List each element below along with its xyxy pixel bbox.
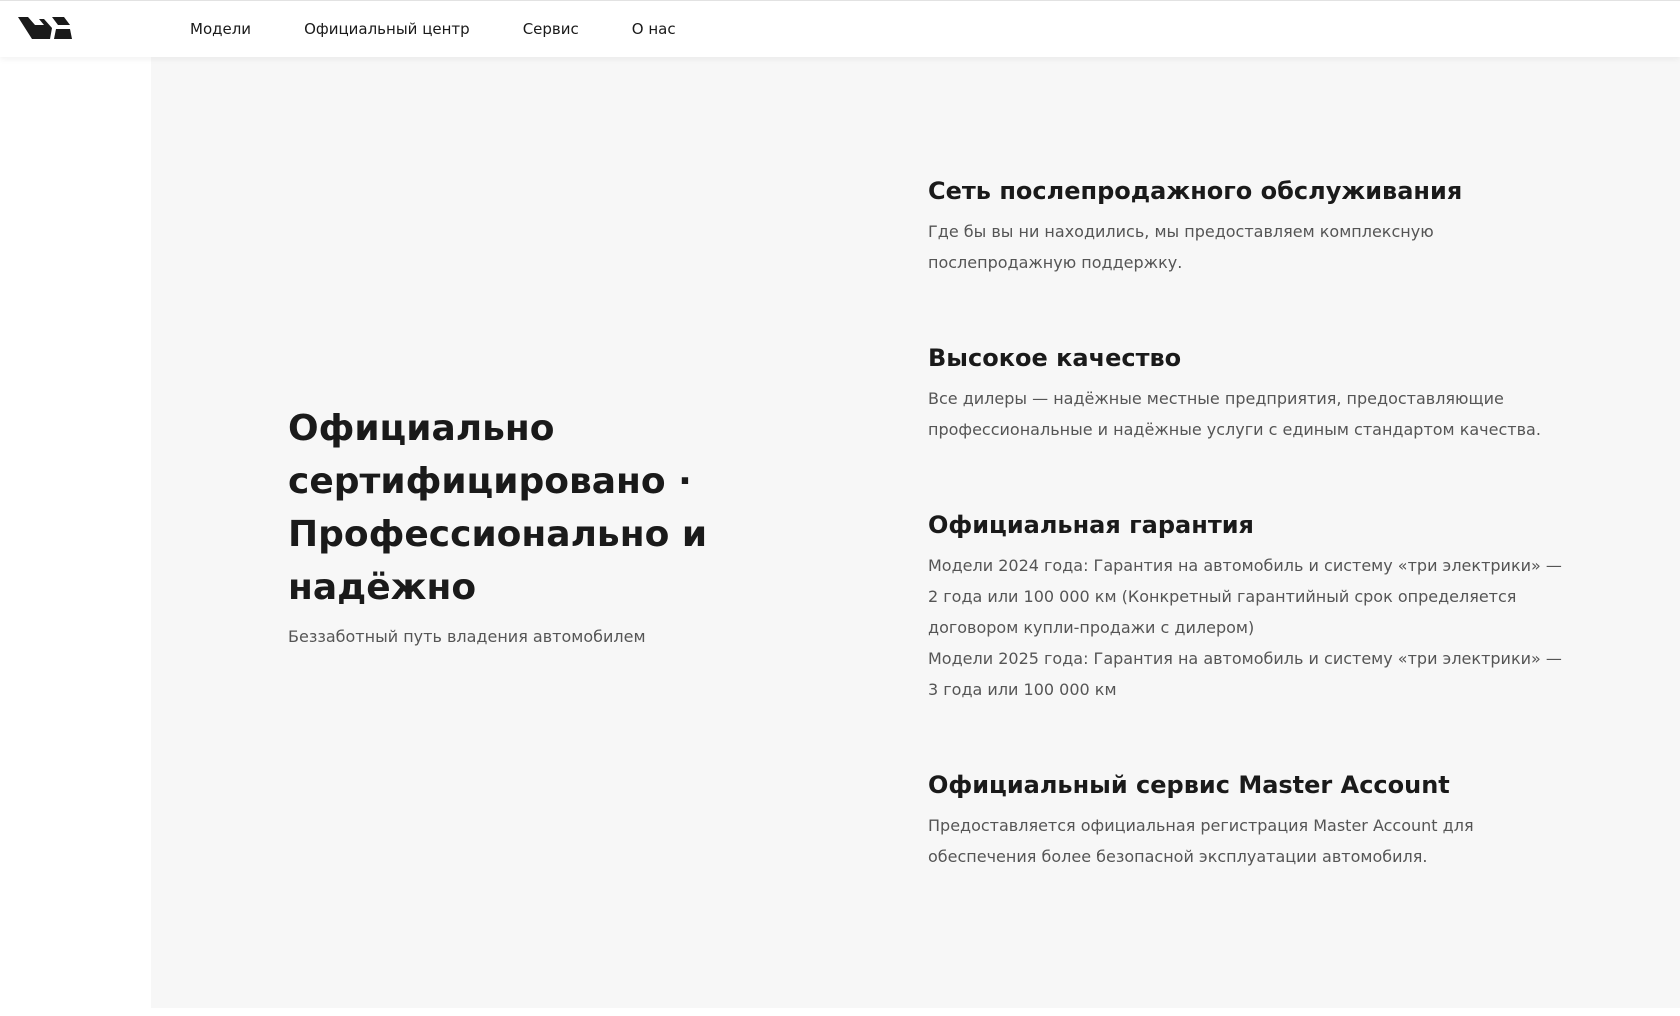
feature-text-line: договором купли-продажи с дилером) <box>928 618 1255 637</box>
hero-subtitle: Беззаботный путь владения автомобилем <box>288 627 646 646</box>
main-nav: Модели Официальный центр Сервис О нас <box>190 1 676 57</box>
feature-text-line: Все дилеры — надёжные местные предприяти… <box>928 389 1504 408</box>
feature-master-account: Официальный сервис Master Account Предос… <box>928 769 1568 872</box>
hero-section: Официально сертифицировано · Профессиона… <box>288 402 758 646</box>
feature-text-line: профессиональные и надёжные услуги с еди… <box>928 420 1541 439</box>
feature-text-line: Модели 2025 года: Гарантия на автомобиль… <box>928 649 1562 668</box>
feature-description: Модели 2024 года: Гарантия на автомобиль… <box>928 550 1568 705</box>
feature-service-network: Сеть послепродажного обслуживания Где бы… <box>928 175 1568 278</box>
nav-item-official-center[interactable]: Официальный центр <box>304 20 470 38</box>
feature-text-line: обеспечения более безопасной эксплуатаци… <box>928 847 1428 866</box>
feature-description: Предоставляется официальная регистрация … <box>928 810 1568 872</box>
brand-logo-icon[interactable] <box>18 16 72 40</box>
hero-title: Официально сертифицировано · Профессиона… <box>288 408 708 608</box>
feature-description: Все дилеры — надёжные местные предприяти… <box>928 383 1568 445</box>
feature-description: Где бы вы ни находились, мы предоставляе… <box>928 216 1568 278</box>
feature-text-line: 3 года или 100 000 км <box>928 680 1117 699</box>
feature-text-line: Где бы вы ни находились, мы предоставляе… <box>928 222 1434 241</box>
feature-title: Сеть послепродажного обслуживания <box>928 177 1463 205</box>
feature-title: Официальный сервис Master Account <box>928 771 1450 799</box>
nav-item-service[interactable]: Сервис <box>523 20 579 38</box>
feature-text-line: Предоставляется официальная регистрация … <box>928 816 1474 835</box>
nav-item-about[interactable]: О нас <box>632 20 676 38</box>
feature-text-line: 2 года или 100 000 км (Конкретный гарант… <box>928 587 1517 606</box>
top-navigation-bar: Модели Официальный центр Сервис О нас <box>0 0 1680 57</box>
content-panel: Официально сертифицировано · Профессиона… <box>151 57 1680 1008</box>
feature-text-line: Модели 2024 года: Гарантия на автомобиль… <box>928 556 1562 575</box>
feature-text-line: послепродажную поддержку. <box>928 253 1183 272</box>
feature-official-warranty: Официальная гарантия Модели 2024 года: Г… <box>928 509 1568 705</box>
feature-high-quality: Высокое качество Все дилеры — надёжные м… <box>928 342 1568 445</box>
feature-title: Официальная гарантия <box>928 511 1254 539</box>
feature-title: Высокое качество <box>928 344 1182 372</box>
nav-item-models[interactable]: Модели <box>190 20 251 38</box>
